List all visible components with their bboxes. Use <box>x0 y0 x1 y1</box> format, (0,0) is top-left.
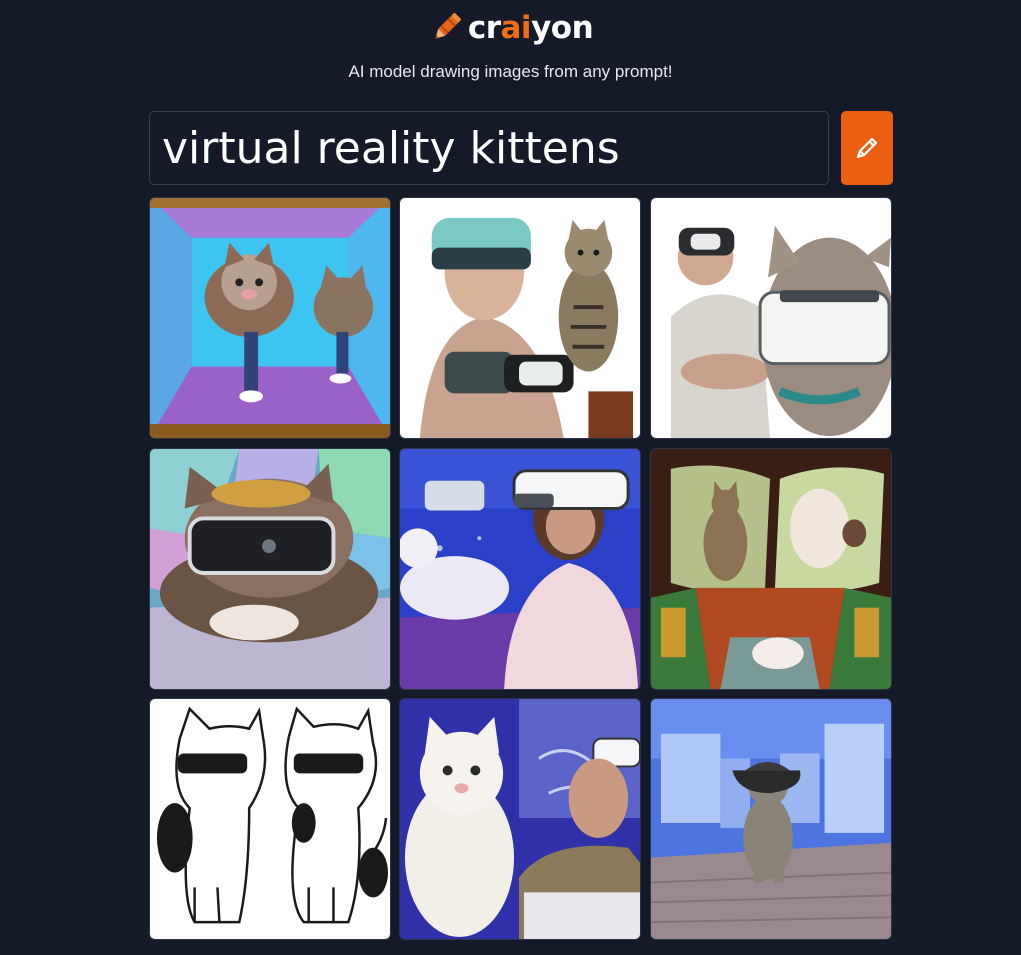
crayon-icon <box>435 13 461 39</box>
result-image-9[interactable] <box>650 698 892 940</box>
pencil-icon <box>856 137 878 159</box>
vr-view-cat-forest-image <box>651 449 891 689</box>
result-image-5[interactable] <box>399 448 641 690</box>
result-image-7[interactable] <box>149 698 391 940</box>
white-kitten-vr-image <box>400 699 640 939</box>
result-image-2[interactable] <box>399 197 641 439</box>
kitten-with-vr-headset-image <box>150 449 390 689</box>
result-image-6[interactable] <box>650 448 892 690</box>
result-image-8[interactable] <box>399 698 641 940</box>
man-and-cat-vr-image <box>651 198 891 438</box>
person-vr-headset-cat-image <box>400 198 640 438</box>
woman-vr-with-cat-image <box>400 449 640 689</box>
tagline: AI model drawing images from any prompt! <box>348 62 673 81</box>
logo-wordmark: craiyon <box>467 10 594 46</box>
sketch-cats-vr-image <box>150 699 390 939</box>
craiyon-logo[interactable]: craiyon <box>0 8 1021 48</box>
result-image-4[interactable] <box>149 448 391 690</box>
result-image-1[interactable] <box>149 197 391 439</box>
result-image-3[interactable] <box>650 197 892 439</box>
prompt-input[interactable] <box>149 111 829 185</box>
kitten-vr-virtual-world-image <box>651 699 891 939</box>
vr-kittens-room-image <box>150 198 390 438</box>
draw-button[interactable] <box>841 111 893 185</box>
craiyon-page: craiyon AI model drawing images from any… <box>0 0 1021 955</box>
